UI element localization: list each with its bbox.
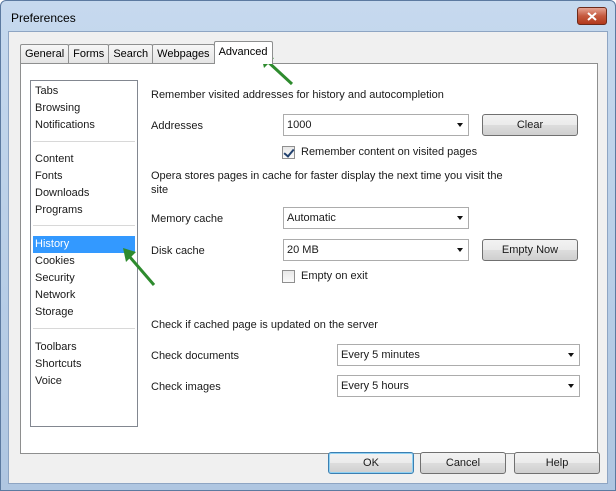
- category-fonts[interactable]: Fonts: [33, 168, 135, 185]
- category-voice[interactable]: Voice: [33, 373, 135, 390]
- category-downloads[interactable]: Downloads: [33, 185, 135, 202]
- tab-advanced[interactable]: Advanced: [213, 41, 273, 64]
- close-icon: [587, 11, 597, 21]
- remember-content-label: Remember content on visited pages: [301, 146, 478, 158]
- cancel-button[interactable]: Cancel: [420, 452, 506, 474]
- chevron-down-icon: [568, 384, 574, 388]
- memory-cache-select[interactable]: Automatic: [283, 207, 469, 229]
- category-storage[interactable]: Storage: [33, 304, 135, 321]
- disk-cache-select[interactable]: 20 MB: [283, 239, 469, 261]
- tab-strip: General Forms Search Webpages Advanced: [20, 41, 273, 64]
- category-toolbars[interactable]: Toolbars: [33, 339, 135, 356]
- empty-on-exit-checkbox[interactable]: [282, 270, 295, 283]
- memory-cache-label: Memory cache: [151, 213, 224, 225]
- help-button[interactable]: Help: [514, 452, 600, 474]
- clear-button[interactable]: Clear: [482, 114, 578, 136]
- disk-cache-value: 20 MB: [287, 244, 319, 256]
- close-button[interactable]: [577, 7, 607, 25]
- check-images-label: Check images: [151, 381, 221, 393]
- tab-general[interactable]: General: [20, 44, 70, 64]
- title-bar[interactable]: Preferences: [1, 1, 615, 31]
- window-title: Preferences: [11, 11, 76, 25]
- ok-button[interactable]: OK: [328, 452, 414, 474]
- category-programs[interactable]: Programs: [33, 202, 135, 219]
- check-documents-select[interactable]: Every 5 minutes: [337, 344, 580, 366]
- tab-webpages[interactable]: Webpages: [152, 44, 215, 64]
- preferences-window: Preferences General Forms Search Webpage…: [0, 0, 616, 491]
- remember-heading: Remember visited addresses for history a…: [151, 89, 444, 101]
- chevron-down-icon: [457, 123, 463, 127]
- addresses-label: Addresses: [151, 120, 203, 132]
- addresses-value: 1000: [287, 119, 312, 131]
- empty-now-button[interactable]: Empty Now: [482, 239, 578, 261]
- chevron-down-icon: [568, 353, 574, 357]
- category-content[interactable]: Content: [33, 151, 135, 168]
- category-divider: [33, 328, 135, 329]
- category-notifications[interactable]: Notifications: [33, 117, 135, 134]
- addresses-select[interactable]: 1000: [283, 114, 469, 136]
- memory-cache-value: Automatic: [287, 212, 336, 224]
- category-browsing[interactable]: Browsing: [33, 100, 135, 117]
- check-documents-label: Check documents: [151, 350, 240, 362]
- chevron-down-icon: [457, 248, 463, 252]
- category-shortcuts[interactable]: Shortcuts: [33, 356, 135, 373]
- remember-content-checkbox[interactable]: [282, 146, 295, 159]
- category-divider: [33, 141, 135, 142]
- tab-panel: Tabs Browsing Notifications Content Font…: [20, 63, 598, 454]
- check-images-select[interactable]: Every 5 hours: [337, 375, 580, 397]
- check-documents-value: Every 5 minutes: [341, 349, 420, 361]
- tab-forms[interactable]: Forms: [68, 44, 110, 64]
- category-network[interactable]: Network: [33, 287, 135, 304]
- cache-note: Opera stores pages in cache for faster d…: [151, 170, 503, 196]
- tab-search[interactable]: Search: [108, 44, 154, 64]
- category-tabs[interactable]: Tabs: [33, 83, 135, 100]
- chevron-down-icon: [457, 216, 463, 220]
- dialog-client: General Forms Search Webpages Advanced T…: [8, 31, 608, 484]
- check-heading: Check if cached page is updated on the s…: [151, 319, 378, 331]
- category-divider: [33, 225, 135, 226]
- empty-on-exit-label: Empty on exit: [301, 270, 368, 282]
- check-images-value: Every 5 hours: [341, 380, 409, 392]
- annotation-arrow-icon: [123, 248, 156, 286]
